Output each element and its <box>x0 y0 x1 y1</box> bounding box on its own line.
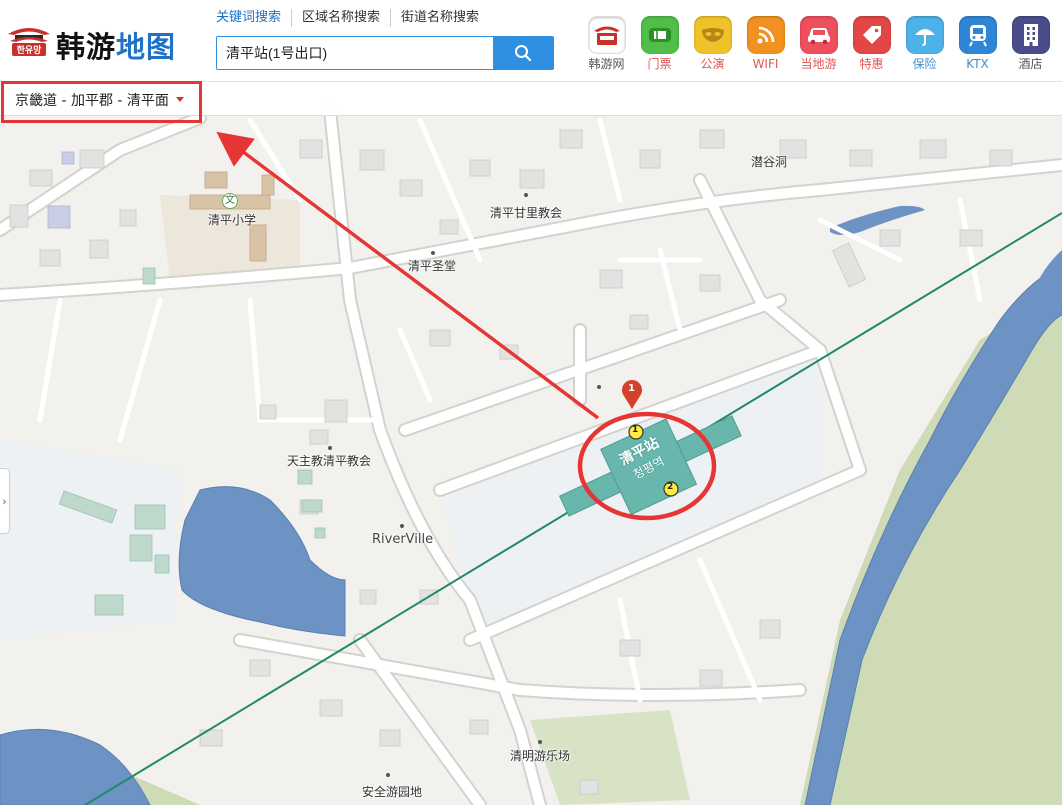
label-village[interactable]: 潜谷洞 <box>751 153 787 170</box>
label-park2[interactable]: 安全游园地 <box>362 783 422 800</box>
building-icon <box>1011 16 1050 54</box>
chevron-right-icon: › <box>2 494 7 508</box>
tab-keyword-search[interactable]: 关键词搜索 <box>216 9 291 27</box>
hanyou-map-logo[interactable]: 한유망 韩游地图 <box>6 24 178 64</box>
brand-dark: 韩游 <box>56 30 117 64</box>
ticket-icon <box>640 16 679 54</box>
region-selector[interactable]: 京畿道 - 加平郡 - 清平面 <box>6 83 184 116</box>
brand-blue: 地图 <box>116 30 177 64</box>
nav-local-tours[interactable]: 当地游 <box>792 16 845 71</box>
label-riverville[interactable]: RiverVille <box>372 532 433 547</box>
nav-label: 当地游 <box>800 57 837 71</box>
nav-label: 酒店 <box>1018 57 1043 71</box>
train-icon <box>958 16 997 54</box>
nav-shows[interactable]: 公演 <box>686 16 739 71</box>
wifi-icon <box>746 16 785 54</box>
top-bar: 한유망 韩游地图 关键词搜索 区域名称搜索 街道名称搜索 韩游网 门票 <box>0 0 1062 82</box>
pin-number[interactable]: 1 <box>628 383 635 394</box>
nav-label: 门票 <box>647 57 672 71</box>
nav-label: 保险 <box>912 57 937 71</box>
search-icon <box>515 45 532 62</box>
sidebar-expand-button[interactable]: › <box>0 468 10 534</box>
nav-label: KTX <box>966 57 989 71</box>
service-nav: 韩游网 门票 公演 WIFI 当地游 特惠 保险 KTX 酒店 <box>580 16 1057 71</box>
label-church-cheongpyeong[interactable]: 清平圣堂 <box>408 257 456 274</box>
brand-text: 韩游地图 <box>56 24 176 66</box>
exit-1-label: 1 <box>632 425 639 435</box>
tag-icon <box>852 16 891 54</box>
search-mode-tabs: 关键词搜索 区域名称搜索 街道名称搜索 <box>216 9 489 27</box>
label-church-gamni[interactable]: 清平甘里教会 <box>490 204 562 221</box>
nav-label: 特惠 <box>859 57 884 71</box>
nav-hotels[interactable]: 酒店 <box>1004 16 1057 71</box>
car-icon <box>799 16 838 54</box>
map-canvas[interactable]: 文 清平小学 清平甘里教会 清平圣堂 潜谷洞 天主教清平教会 RiverVill… <box>0 83 1062 805</box>
pagoda-logo-icon: 한유망 <box>8 28 50 56</box>
hanyou-pagoda-icon <box>587 16 626 54</box>
tab-region-search[interactable]: 区域名称搜索 <box>291 9 390 27</box>
label-park[interactable]: 清明游乐场 <box>510 747 570 764</box>
nav-hanyouwang[interactable]: 韩游网 <box>580 16 633 71</box>
nav-insurance[interactable]: 保险 <box>898 16 951 71</box>
school-badge: 文 <box>222 193 238 209</box>
search-box <box>216 36 554 70</box>
search-button[interactable] <box>493 37 553 69</box>
nav-deals[interactable]: 特惠 <box>845 16 898 71</box>
nav-label: WIFI <box>752 57 779 71</box>
svg-text:한유망: 한유망 <box>17 44 43 56</box>
nav-wifi[interactable]: WIFI <box>739 16 792 71</box>
nav-label: 公演 <box>700 57 725 71</box>
region-path: 京畿道 - 加平郡 - 清平面 <box>15 92 169 109</box>
nav-tickets[interactable]: 门票 <box>633 16 686 71</box>
umbrella-icon <box>905 16 944 54</box>
nav-label: 韩游网 <box>588 57 625 71</box>
map-graphic <box>0 83 1062 805</box>
nav-ktx[interactable]: KTX <box>951 16 1004 71</box>
search-input[interactable] <box>217 37 494 69</box>
label-school[interactable]: 清平小学 <box>208 211 256 228</box>
tab-street-search[interactable]: 街道名称搜索 <box>390 9 489 27</box>
mask-icon <box>693 16 732 54</box>
region-bar: 京畿道 - 加平郡 - 清平面 <box>0 83 1062 116</box>
caret-down-icon <box>175 97 184 102</box>
exit-2-label: 2 <box>667 482 674 492</box>
label-catholic-church[interactable]: 天主教清平教会 <box>287 452 371 469</box>
